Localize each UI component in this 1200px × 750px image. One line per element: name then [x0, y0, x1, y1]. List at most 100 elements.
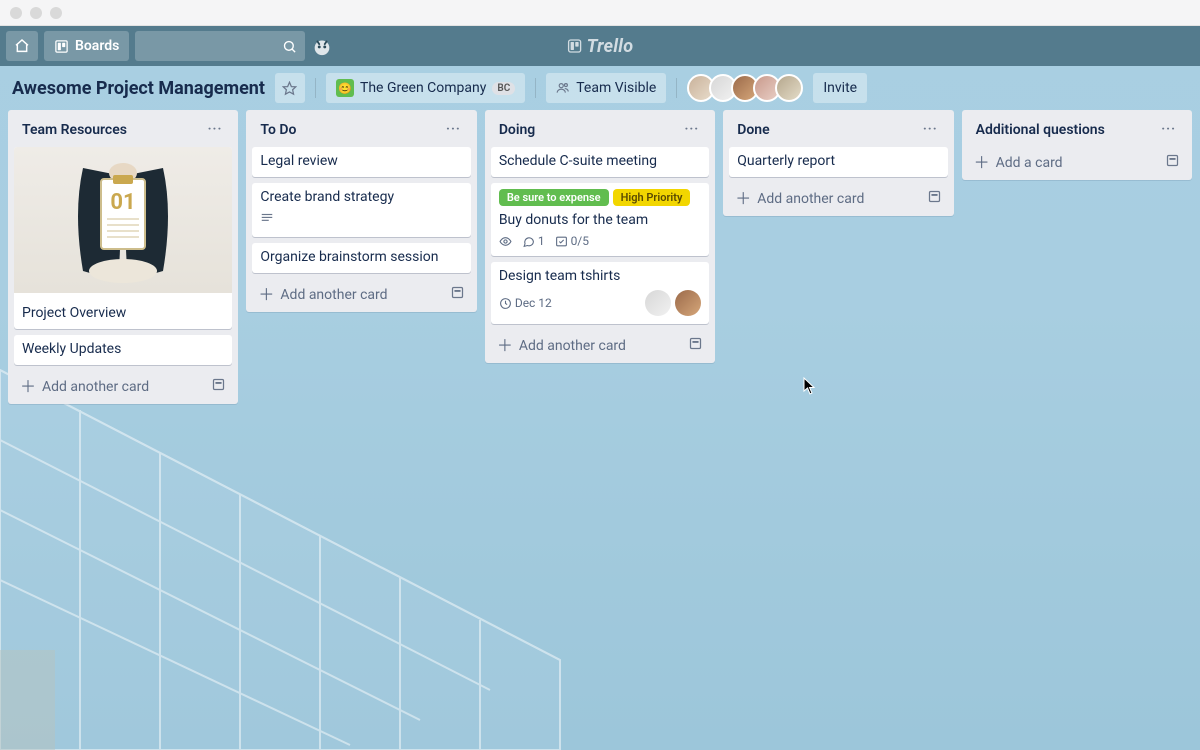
boards-icon — [54, 39, 69, 54]
card[interactable]: Legal review — [252, 147, 470, 177]
brand-logo: Trello — [567, 36, 634, 57]
window-titlebar — [0, 0, 1200, 26]
label-yellow[interactable]: High Priority — [613, 189, 691, 206]
list-done: Done ··· Quarterly report ＋ Add another … — [723, 110, 953, 216]
list-title[interactable]: Additional questions — [976, 122, 1105, 138]
search-input[interactable] — [135, 31, 305, 61]
card-text: Create brand strategy — [260, 189, 462, 205]
board-header: Awesome Project Management 😊 The Green C… — [0, 66, 1200, 110]
list-title[interactable]: To Do — [260, 122, 296, 138]
star-button[interactable] — [275, 73, 305, 103]
separator — [676, 78, 677, 98]
search-icon — [282, 39, 297, 54]
list-menu-button[interactable]: ··· — [1157, 120, 1180, 139]
board-canvas: Team Resources ··· 01 — [0, 110, 1200, 404]
visibility-chip[interactable]: Team Visible — [546, 73, 666, 103]
list-doing: Doing ··· Schedule C-suite meeting Be su… — [485, 110, 715, 363]
board-members[interactable] — [687, 74, 803, 102]
board-title[interactable]: Awesome Project Management — [12, 78, 265, 99]
add-card-button[interactable]: ＋ Add another card — [252, 279, 470, 306]
add-card-label: Add another card — [519, 338, 626, 354]
card-text: Weekly Updates — [22, 341, 224, 357]
top-nav: Boards Trello — [0, 26, 1200, 66]
add-card-button[interactable]: ＋ Add a card — [968, 147, 1186, 174]
avatar[interactable] — [675, 290, 701, 316]
add-card-label: Add another card — [757, 191, 864, 207]
description-icon — [260, 211, 462, 229]
card[interactable]: 01 Project Overview — [14, 147, 232, 329]
plus-icon: ＋ — [20, 380, 36, 394]
list-title[interactable]: Team Resources — [22, 122, 127, 138]
card-members — [645, 290, 701, 316]
invite-label: Invite — [823, 80, 857, 96]
card-text: Quarterly report — [737, 153, 939, 169]
clipboard-illustration: 01 — [63, 153, 183, 287]
card[interactable]: Design team tshirts Dec 12 — [491, 262, 709, 324]
card-text: Organize brainstorm session — [260, 249, 462, 265]
card[interactable]: Be sure to expense High Priority Buy don… — [491, 183, 709, 256]
list-menu-button[interactable]: ··· — [204, 120, 227, 139]
due-badge: Dec 12 — [499, 296, 552, 310]
card-text: Project Overview — [14, 299, 232, 321]
list-title[interactable]: Doing — [499, 122, 535, 138]
plus-icon: ＋ — [735, 192, 751, 206]
home-button[interactable] — [6, 31, 38, 61]
team-icon — [556, 81, 570, 95]
card-badges: 1 0/5 — [499, 234, 701, 248]
card[interactable]: Quarterly report — [729, 147, 947, 177]
avatar[interactable] — [645, 290, 671, 316]
team-logo-icon: 😊 — [336, 79, 354, 97]
separator — [535, 78, 536, 98]
template-button[interactable] — [1165, 153, 1180, 172]
add-card-button[interactable]: ＋ Add another card — [14, 371, 232, 398]
comments-badge: 1 — [522, 234, 545, 248]
card-text: Legal review — [260, 153, 462, 169]
card-labels: Be sure to expense High Priority — [499, 189, 701, 206]
team-chip[interactable]: 😊 The Green Company BC — [326, 73, 525, 103]
visibility-label: Team Visible — [576, 80, 656, 96]
boards-button[interactable]: Boards — [44, 31, 129, 61]
window-dot — [10, 7, 22, 19]
card-text: Schedule C-suite meeting — [499, 153, 701, 169]
card[interactable]: Create brand strategy — [252, 183, 470, 237]
template-button[interactable] — [211, 377, 226, 396]
add-card-label: Add another card — [42, 379, 149, 395]
add-card-label: Add a card — [996, 155, 1063, 171]
mouse-cursor — [803, 377, 817, 399]
plus-icon: ＋ — [258, 288, 274, 302]
mascot-icon — [311, 35, 333, 57]
team-initials: BC — [492, 82, 515, 95]
card[interactable]: Organize brainstorm session — [252, 243, 470, 273]
plus-icon: ＋ — [974, 156, 990, 170]
card-text: Design team tshirts — [499, 268, 701, 284]
add-card-button[interactable]: ＋ Add another card — [491, 330, 709, 357]
separator — [315, 78, 316, 98]
card-cover: 01 — [14, 147, 232, 293]
brand-text: Trello — [587, 36, 634, 57]
list-additional-questions: Additional questions ··· ＋ Add a card — [962, 110, 1192, 180]
list-menu-button[interactable]: ··· — [442, 120, 465, 139]
list-title[interactable]: Done — [737, 122, 769, 138]
list-menu-button[interactable]: ··· — [680, 120, 703, 139]
window-dot — [50, 7, 62, 19]
avatar[interactable] — [775, 74, 803, 102]
template-button[interactable] — [688, 336, 703, 355]
checklist-badge: 0/5 — [555, 234, 589, 248]
boards-label: Boards — [75, 38, 119, 54]
list-menu-button[interactable]: ··· — [919, 120, 942, 139]
card[interactable]: Schedule C-suite meeting — [491, 147, 709, 177]
home-icon — [14, 38, 30, 54]
card[interactable]: Weekly Updates — [14, 335, 232, 365]
card-badges: Dec 12 — [499, 290, 701, 316]
list-team-resources: Team Resources ··· 01 — [8, 110, 238, 404]
svg-text:01: 01 — [111, 190, 136, 215]
invite-button[interactable]: Invite — [813, 73, 867, 103]
list-to-do: To Do ··· Legal review Create brand stra… — [246, 110, 476, 312]
template-button[interactable] — [450, 285, 465, 304]
card-text: Buy donuts for the team — [499, 212, 701, 228]
add-card-button[interactable]: ＋ Add another card — [729, 183, 947, 210]
star-icon — [282, 81, 297, 96]
add-card-label: Add another card — [280, 287, 387, 303]
template-button[interactable] — [927, 189, 942, 208]
label-green[interactable]: Be sure to expense — [499, 189, 609, 206]
